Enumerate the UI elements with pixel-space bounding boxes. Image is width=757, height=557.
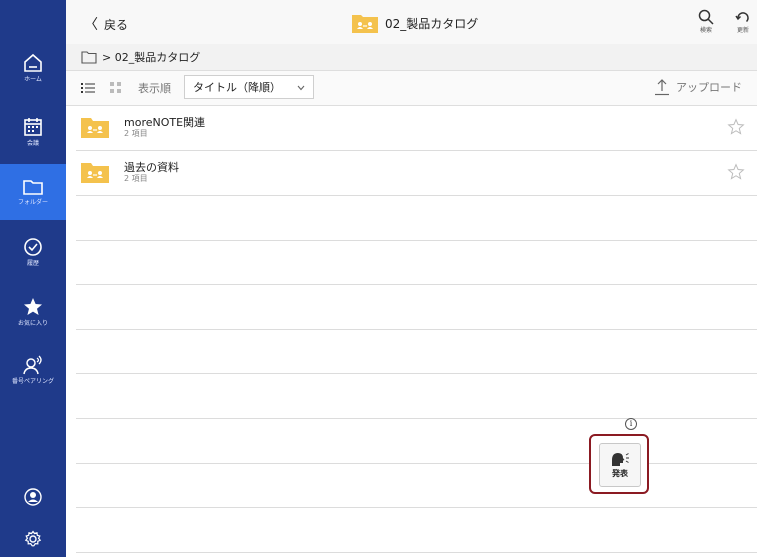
sort-value: タイトル（降順） — [193, 81, 281, 94]
sort-select[interactable]: タイトル（降順） — [184, 75, 314, 99]
history-check-icon — [24, 238, 42, 256]
sidebar-item-account[interactable] — [0, 488, 66, 510]
empty-row — [76, 508, 757, 553]
upload-label: アップロード — [676, 81, 742, 94]
upload-button[interactable]: アップロード — [654, 78, 742, 96]
folder-item-count: 2 項目 — [124, 129, 148, 138]
back-label: 戻る — [104, 17, 129, 32]
refresh-button[interactable]: 更新 — [735, 9, 751, 34]
list-view-icon[interactable] — [81, 82, 95, 94]
list-item[interactable]: moreNOTE関連 2 項目 — [76, 106, 757, 151]
sidebar-item-history[interactable]: 履歴 — [0, 236, 66, 276]
sort-label: 表示順 — [138, 82, 171, 95]
sidebar-item-label: お気に入り — [17, 320, 48, 327]
list-toolbar: 表示順 タイトル（降順） アップロード — [66, 71, 757, 106]
info-icon[interactable]: i — [625, 418, 637, 430]
folder-outline-icon[interactable] — [81, 50, 97, 64]
top-bar: 〈 戻る 02_製品カタログ 検索 更新 — [66, 0, 757, 45]
folder-item-count: 2 項目 — [124, 174, 148, 183]
chevron-left-icon: 〈 — [84, 17, 98, 33]
shared-folder-icon — [81, 118, 109, 138]
sidebar-item-label: 会議 — [26, 140, 39, 147]
sidebar-item-label: ホーム — [24, 76, 42, 83]
empty-row — [76, 329, 757, 374]
empty-row — [76, 240, 757, 285]
back-button[interactable]: 〈 戻る — [84, 14, 128, 34]
empty-row — [76, 285, 757, 330]
sidebar-item-label: 履歴 — [26, 260, 39, 267]
search-icon — [698, 9, 714, 25]
sidebar-item-folder[interactable]: フォルダー — [0, 164, 66, 220]
sidebar-item-home[interactable]: ホーム — [0, 52, 66, 96]
refresh-icon — [735, 12, 749, 23]
page-title-text: 02_製品カタログ — [385, 16, 479, 31]
page-title: 02_製品カタログ — [351, 12, 478, 34]
upload-icon — [655, 79, 669, 96]
sidebar-item-label: フォルダー — [17, 199, 48, 206]
shared-folder-icon — [81, 163, 109, 183]
sidebar-item-pairing[interactable]: 番号ペアリング — [0, 354, 66, 396]
favorite-star-icon[interactable] — [727, 163, 745, 181]
list-item[interactable]: 過去の資料 2 項目 — [76, 151, 757, 196]
empty-row — [76, 374, 757, 419]
present-label: 発表 — [612, 469, 628, 478]
sidebar-item-favorites[interactable]: お気に入り — [0, 296, 66, 336]
home-icon — [24, 53, 42, 72]
sidebar-item-label: 番号ペアリング — [11, 378, 54, 385]
present-button[interactable]: 発表 — [599, 443, 641, 487]
settings-gear-icon — [24, 530, 42, 547]
star-icon — [24, 298, 42, 315]
breadcrumb: > 02_製品カタログ — [66, 44, 757, 71]
present-highlight-frame: 発表 — [589, 434, 649, 494]
empty-row — [76, 463, 757, 508]
empty-row — [76, 419, 757, 464]
refresh-label: 更新 — [736, 27, 749, 34]
speaker-talking-icon — [612, 453, 629, 466]
user-icon — [24, 488, 42, 506]
breadcrumb-path[interactable]: > 02_製品カタログ — [102, 49, 200, 65]
calendar-icon — [24, 118, 42, 136]
sidebar: ホーム 会議 フォルダー 履歴 お気に入り 番号ペアリング — [0, 0, 66, 557]
sidebar-item-meetings[interactable]: 会議 — [0, 116, 66, 156]
folder-icon — [23, 180, 43, 195]
pairing-icon — [23, 355, 42, 375]
grid-view-icon[interactable] — [110, 82, 122, 94]
favorite-star-icon[interactable] — [727, 118, 745, 136]
search-label: 検索 — [699, 27, 712, 34]
shared-folder-icon — [352, 15, 378, 33]
chevron-down-icon — [297, 85, 305, 91]
search-button[interactable]: 検索 — [698, 9, 714, 34]
empty-row — [76, 196, 757, 241]
sidebar-item-settings[interactable] — [0, 530, 66, 552]
